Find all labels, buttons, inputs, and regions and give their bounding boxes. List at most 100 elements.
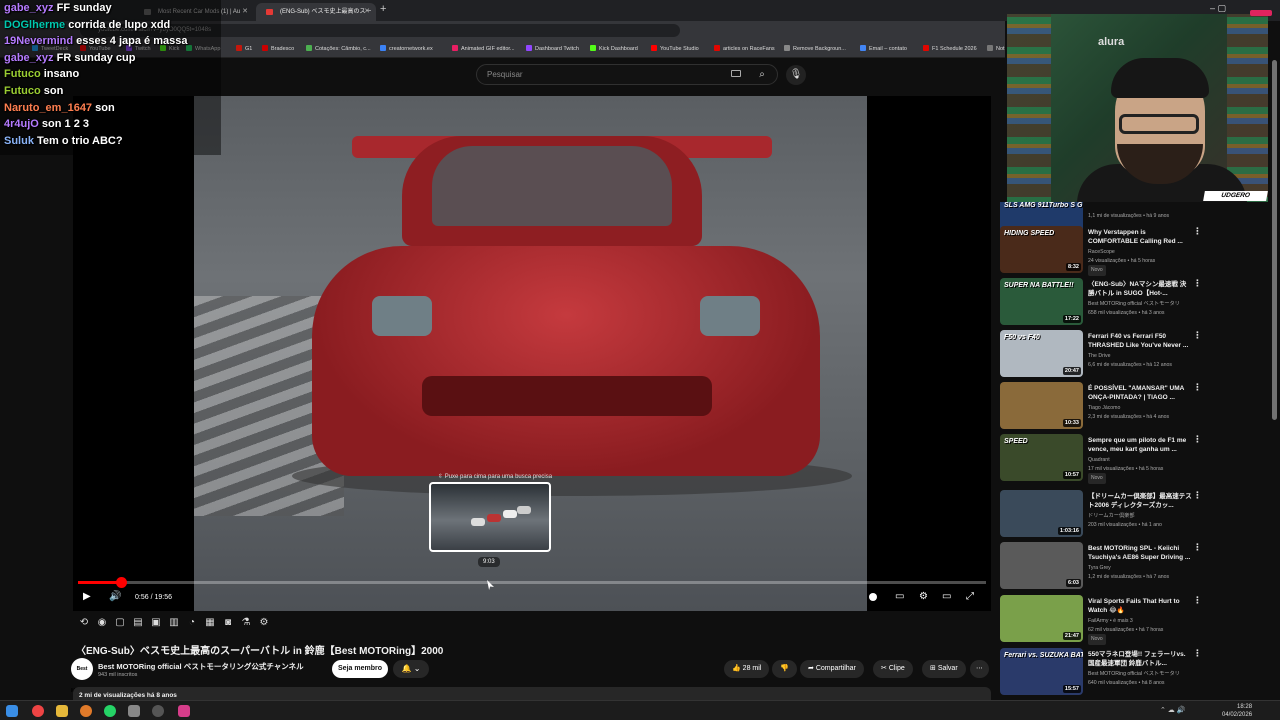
bookmark-item[interactable]: YouTube Studio (651, 45, 699, 52)
chat-username[interactable]: Suluk (4, 135, 34, 147)
more-options-icon[interactable]: ⋮ (1193, 226, 1202, 237)
more-options-icon[interactable]: ⋮ (1193, 542, 1202, 553)
like-button[interactable]: 👍 28 mil (724, 660, 770, 678)
video-thumbnail[interactable]: SUPER NA BATTLE!! 17:22 (1000, 278, 1083, 325)
suggested-video-title[interactable]: 550マラネロ登場!! フェラーリvs.国産最速軍団 鈴鹿バトル... (1088, 650, 1192, 668)
suggested-video[interactable]: SUPER NA BATTLE!! 17:22 〈ENG-Sub〉NAマシン最速戦 … (1000, 278, 1268, 328)
video-thumbnail[interactable]: SPEED 10:57 (1000, 434, 1083, 481)
chat-username[interactable]: 19Nevermind (4, 35, 73, 47)
subtitles-icon[interactable]: ▭ (895, 591, 904, 602)
chat-username[interactable]: DOGlherme (4, 19, 65, 31)
video-thumbnail[interactable]: 21:47 (1000, 595, 1083, 642)
video-player[interactable]: ⇳ Puxe para cima para uma busca precisa … (73, 96, 991, 611)
tab-youtube-video[interactable]: (ENG-Sub) ベスモ史上最高のスー ✕ (256, 3, 376, 21)
bookmark-item[interactable]: Not (987, 45, 1005, 52)
new-tab-button[interactable]: + (380, 3, 386, 15)
popout-icon[interactable]: ▦ (203, 616, 217, 630)
channel-avatar[interactable]: Best MOTORing (71, 658, 97, 694)
suggested-video[interactable]: Ferrari vs. SUZUKA BATTLE!! 15:57 550マラネロ登… (1000, 648, 1268, 698)
chrome-icon[interactable] (32, 705, 44, 717)
suggested-video[interactable]: F50 vs F40 20:47 Ferrari F40 vs Ferrari F5… (1000, 330, 1268, 380)
suggested-video-title[interactable]: 【ドリームカー倶楽部】最高速テスト2006 ディレクターズカッ... (1088, 492, 1192, 510)
suggested-video-title[interactable]: Ferrari F40 vs Ferrari F50 THRASHED Like… (1088, 332, 1192, 350)
play-icon[interactable]: ▶ (83, 591, 91, 602)
bookmark-item[interactable]: Remove Backgroun... (784, 45, 846, 52)
layers-icon[interactable]: ▥ (167, 616, 181, 630)
search-icon[interactable]: ⌕ (751, 65, 773, 84)
suggested-video[interactable]: SPEED 10:57 Sempre que um piloto de F1 me … (1000, 434, 1268, 484)
chat-username[interactable]: Futuco (4, 68, 41, 80)
progress-bar[interactable] (78, 577, 986, 588)
bookmark-item[interactable]: creatornetwork.ex (380, 45, 433, 52)
close-icon[interactable]: ✕ (364, 3, 370, 21)
notification-bell-icon[interactable]: 🔔 ⌄ (393, 660, 429, 678)
more-options-icon[interactable]: ⋮ (1193, 278, 1202, 289)
suggested-video[interactable]: 6:03 Best MOTORing SPL - Keiichi Tsuchiya… (1000, 542, 1268, 592)
more-options-icon[interactable]: ⋮ (1193, 595, 1202, 606)
suggested-video[interactable]: 1:03:16 【ドリームカー倶楽部】最高速テスト2006 ディレクターズカッ..… (1000, 490, 1268, 540)
suggested-video-title[interactable]: Viral Sports Fails That Hurt to Watch 😂🔥 (1088, 597, 1192, 615)
scrubber-handle[interactable] (115, 577, 127, 588)
more-options-icon[interactable]: ⋮ (1193, 382, 1202, 393)
film-icon[interactable]: ▤ (131, 616, 145, 630)
bookmark-item[interactable]: Cotações: Câmbio, c... (306, 45, 371, 52)
join-button[interactable]: Seja membro (332, 660, 388, 678)
audio-icon[interactable]: ◉ (95, 616, 109, 630)
bookmark-item[interactable]: Kick Dashboard (590, 45, 638, 52)
suggested-video-title[interactable]: É POSSÍVEL "AMANSAR" UMA ONÇA-PINTADA? |… (1088, 384, 1192, 402)
suggested-video[interactable]: 21:47 Viral Sports Fails That Hurt to Wat… (1000, 595, 1268, 645)
obs-icon[interactable] (128, 705, 140, 717)
window-controls[interactable]: – ▢ (1210, 3, 1226, 14)
video-thumbnail[interactable]: 10:33 (1000, 382, 1083, 429)
more-options-icon[interactable]: ⋮ (1193, 434, 1202, 445)
dislike-button[interactable]: 👎 (772, 660, 797, 678)
theater-mode-icon[interactable]: ▭ (942, 591, 951, 602)
scrollbar[interactable] (1272, 60, 1277, 420)
bookmark-item[interactable]: Bradesco (262, 45, 294, 52)
camera-icon[interactable]: ◙ (221, 616, 235, 630)
screen-icon[interactable]: ▢ (113, 616, 127, 630)
video-thumbnail[interactable]: 1:03:16 (1000, 490, 1083, 537)
settings-icon[interactable] (152, 705, 164, 717)
more-options-icon[interactable]: ⋮ (1193, 330, 1202, 341)
bookmark-item[interactable]: Dashboard Twitch (526, 45, 579, 52)
bookmark-item[interactable]: articles on RaceFans (714, 45, 775, 52)
chat-username[interactable]: gabe_xyz (4, 52, 54, 64)
whatsapp-icon[interactable] (104, 705, 116, 717)
suggested-video-title[interactable]: Why Verstappen is COMFORTABLE Calling Re… (1088, 228, 1192, 246)
volume-icon[interactable]: 🔊 (109, 591, 121, 602)
microphone-icon[interactable]: 🎙 (786, 65, 806, 85)
bookmark-item[interactable]: Animated GIF editor... (452, 45, 515, 52)
suggested-video-title[interactable]: Sempre que um piloto de F1 me vence, meu… (1088, 436, 1192, 454)
keyboard-icon[interactable] (731, 70, 741, 77)
video-thumbnail[interactable]: HIDING SPEED 8:32 (1000, 226, 1083, 273)
video-thumbnail[interactable]: Ferrari vs. SUZUKA BATTLE!! 15:57 (1000, 648, 1083, 695)
settings-gear-icon[interactable]: ⚙ (919, 591, 928, 602)
autoplay-toggle[interactable] (869, 593, 877, 601)
suggested-video-title[interactable]: 〈ENG-Sub〉NAマシン最速戦 決勝バトル in SUGO【Hot-... (1088, 280, 1192, 298)
close-icon[interactable]: ✕ (242, 3, 248, 21)
more-actions-button[interactable]: ⋯ (970, 660, 989, 678)
chat-username[interactable]: Futuco (4, 85, 41, 97)
windows-start-icon[interactable] (6, 705, 18, 717)
system-tray[interactable]: ⌃ ☁ 🔊 (1160, 706, 1185, 714)
speed-icon[interactable]: ◔ (185, 616, 199, 630)
more-options-icon[interactable]: ⋮ (1193, 648, 1202, 659)
chat-username[interactable]: Naruto_em_1647 (4, 102, 92, 114)
bookmark-item[interactable]: G1 (236, 45, 252, 52)
bookmark-item[interactable]: Email – contato (860, 45, 907, 52)
folder-icon[interactable] (56, 705, 68, 717)
app-icon[interactable] (80, 705, 92, 717)
channel-name[interactable]: Best MOTORing official ベストモータリング公式チャンネル (98, 661, 304, 672)
video-thumbnail[interactable]: 6:03 (1000, 542, 1083, 589)
app-pink-icon[interactable] (178, 705, 190, 717)
save-button[interactable]: ⊞ Salvar (922, 660, 966, 678)
flask-icon[interactable]: ⚗ (239, 616, 253, 630)
clip-button[interactable]: ✂ Clipe (873, 660, 913, 678)
video-thumbnail[interactable]: F50 vs F40 20:47 (1000, 330, 1083, 377)
pip-icon[interactable]: ▣ (149, 616, 163, 630)
gear-icon[interactable]: ⚙ (257, 616, 271, 630)
more-options-icon[interactable]: ⋮ (1193, 490, 1202, 501)
chat-username[interactable]: 4r4ujO (4, 118, 39, 130)
suggested-video[interactable]: HIDING SPEED 8:32 Why Verstappen is COMFOR… (1000, 226, 1268, 276)
